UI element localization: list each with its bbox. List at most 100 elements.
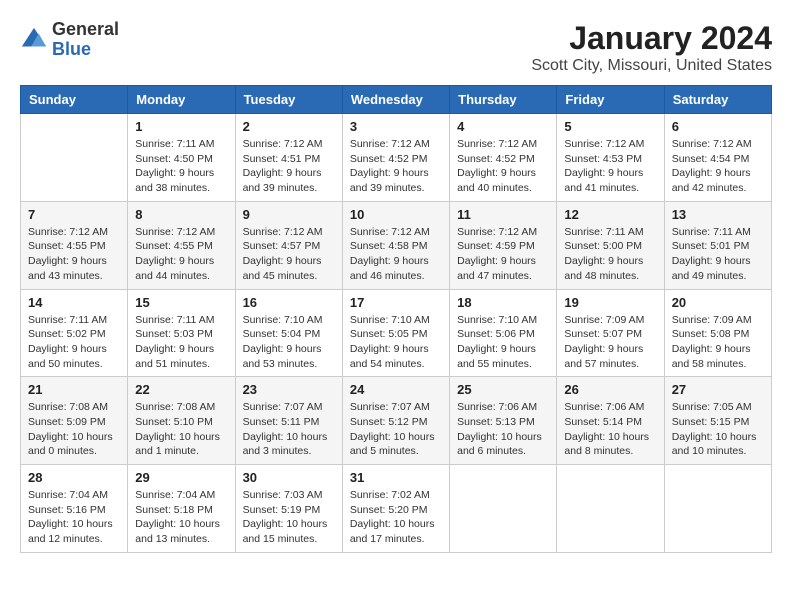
logo-blue-text: Blue xyxy=(52,40,119,60)
col-thursday: Thursday xyxy=(450,86,557,114)
main-title: January 2024 xyxy=(531,20,772,57)
day-number: 17 xyxy=(350,295,442,310)
table-row: 25 Sunrise: 7:06 AM Sunset: 5:13 PM Dayli… xyxy=(450,377,557,465)
day-info: Sunrise: 7:09 AM Sunset: 5:07 PM Dayligh… xyxy=(564,313,656,372)
col-monday: Monday xyxy=(128,86,235,114)
day-info: Sunrise: 7:11 AM Sunset: 5:03 PM Dayligh… xyxy=(135,313,227,372)
table-row: 14Sunrise: 7:11 AM Sunset: 5:02 PM Dayli… xyxy=(21,289,128,377)
calendar-header-row: Sunday Monday Tuesday Wednesday Thursday… xyxy=(21,86,772,114)
day-info: Sunrise: 7:11 AM Sunset: 4:50 PM Dayligh… xyxy=(135,137,227,196)
day-number: 20 xyxy=(672,295,764,310)
day-number: 5 xyxy=(564,119,656,134)
day-number: 27 xyxy=(672,382,764,397)
table-row: 17 Sunrise: 7:10 AM Sunset: 5:05 PM Dayli… xyxy=(342,289,449,377)
table-row: 31 Sunrise: 7:02 AM Sunset: 5:20 PM Dayli… xyxy=(342,465,449,553)
table-row: 27 Sunrise: 7:05 AM Sunset: 5:15 PM Dayli… xyxy=(664,377,771,465)
table-row: 18 Sunrise: 7:10 AM Sunset: 5:06 PM Dayli… xyxy=(450,289,557,377)
day-info: Sunrise: 7:12 AM Sunset: 4:55 PM Dayligh… xyxy=(28,225,120,284)
table-row: 5 Sunrise: 7:12 AM Sunset: 4:53 PM Daylig… xyxy=(557,114,664,202)
day-number: 30 xyxy=(243,470,335,485)
table-row: 3 Sunrise: 7:12 AM Sunset: 4:52 PM Daylig… xyxy=(342,114,449,202)
logo: General Blue xyxy=(20,20,119,60)
table-row: 20 Sunrise: 7:09 AM Sunset: 5:08 PM Dayli… xyxy=(664,289,771,377)
day-info: Sunrise: 7:10 AM Sunset: 5:05 PM Dayligh… xyxy=(350,313,442,372)
day-number: 10 xyxy=(350,207,442,222)
calendar-week-row: 21 Sunrise: 7:08 AM Sunset: 5:09 PM Dayli… xyxy=(21,377,772,465)
day-info: Sunrise: 7:02 AM Sunset: 5:20 PM Dayligh… xyxy=(350,488,442,547)
table-row: 12Sunrise: 7:11 AM Sunset: 5:00 PM Dayli… xyxy=(557,201,664,289)
page-header: General Blue January 2024 Scott City, Mi… xyxy=(20,20,772,75)
day-info: Sunrise: 7:07 AM Sunset: 5:11 PM Dayligh… xyxy=(243,400,335,459)
table-row: 10 Sunrise: 7:12 AM Sunset: 4:58 PM Dayli… xyxy=(342,201,449,289)
day-info: Sunrise: 7:12 AM Sunset: 4:52 PM Dayligh… xyxy=(457,137,549,196)
logo-general-text: General xyxy=(52,20,119,40)
day-number: 6 xyxy=(672,119,764,134)
day-number: 31 xyxy=(350,470,442,485)
calendar-table: Sunday Monday Tuesday Wednesday Thursday… xyxy=(20,85,772,553)
table-row: 22 Sunrise: 7:08 AM Sunset: 5:10 PM Dayli… xyxy=(128,377,235,465)
day-info: Sunrise: 7:11 AM Sunset: 5:02 PM Dayligh… xyxy=(28,313,120,372)
day-number: 4 xyxy=(457,119,549,134)
day-info: Sunrise: 7:08 AM Sunset: 5:09 PM Dayligh… xyxy=(28,400,120,459)
day-number: 15 xyxy=(135,295,227,310)
calendar-week-row: 1 Sunrise: 7:11 AM Sunset: 4:50 PM Daylig… xyxy=(21,114,772,202)
day-info: Sunrise: 7:12 AM Sunset: 4:53 PM Dayligh… xyxy=(564,137,656,196)
day-info: Sunrise: 7:07 AM Sunset: 5:12 PM Dayligh… xyxy=(350,400,442,459)
day-number: 1 xyxy=(135,119,227,134)
day-number: 21 xyxy=(28,382,120,397)
table-row: 29 Sunrise: 7:04 AM Sunset: 5:18 PM Dayli… xyxy=(128,465,235,553)
day-number: 9 xyxy=(243,207,335,222)
day-info: Sunrise: 7:11 AM Sunset: 5:00 PM Dayligh… xyxy=(564,225,656,284)
col-friday: Friday xyxy=(557,86,664,114)
day-number: 7 xyxy=(28,207,120,222)
day-info: Sunrise: 7:12 AM Sunset: 4:54 PM Dayligh… xyxy=(672,137,764,196)
day-number: 2 xyxy=(243,119,335,134)
table-row: 24Sunrise: 7:07 AM Sunset: 5:12 PM Dayli… xyxy=(342,377,449,465)
title-area: January 2024 Scott City, Missouri, Unite… xyxy=(531,20,772,75)
table-row: 19Sunrise: 7:09 AM Sunset: 5:07 PM Dayli… xyxy=(557,289,664,377)
day-info: Sunrise: 7:09 AM Sunset: 5:08 PM Dayligh… xyxy=(672,313,764,372)
table-row: 2Sunrise: 7:12 AM Sunset: 4:51 PM Daylig… xyxy=(235,114,342,202)
table-row: 7 Sunrise: 7:12 AM Sunset: 4:55 PM Daylig… xyxy=(21,201,128,289)
table-row: 21 Sunrise: 7:08 AM Sunset: 5:09 PM Dayli… xyxy=(21,377,128,465)
day-number: 28 xyxy=(28,470,120,485)
table-row: 26Sunrise: 7:06 AM Sunset: 5:14 PM Dayli… xyxy=(557,377,664,465)
day-number: 23 xyxy=(243,382,335,397)
day-number: 3 xyxy=(350,119,442,134)
day-info: Sunrise: 7:06 AM Sunset: 5:13 PM Dayligh… xyxy=(457,400,549,459)
day-number: 29 xyxy=(135,470,227,485)
day-info: Sunrise: 7:06 AM Sunset: 5:14 PM Dayligh… xyxy=(564,400,656,459)
day-number: 18 xyxy=(457,295,549,310)
day-info: Sunrise: 7:04 AM Sunset: 5:16 PM Dayligh… xyxy=(28,488,120,547)
day-info: Sunrise: 7:10 AM Sunset: 5:06 PM Dayligh… xyxy=(457,313,549,372)
table-row: 13Sunrise: 7:11 AM Sunset: 5:01 PM Dayli… xyxy=(664,201,771,289)
table-row xyxy=(450,465,557,553)
day-number: 13 xyxy=(672,207,764,222)
table-row: 6 Sunrise: 7:12 AM Sunset: 4:54 PM Daylig… xyxy=(664,114,771,202)
day-number: 8 xyxy=(135,207,227,222)
day-info: Sunrise: 7:05 AM Sunset: 5:15 PM Dayligh… xyxy=(672,400,764,459)
table-row: 4 Sunrise: 7:12 AM Sunset: 4:52 PM Daylig… xyxy=(450,114,557,202)
day-info: Sunrise: 7:12 AM Sunset: 4:55 PM Dayligh… xyxy=(135,225,227,284)
day-info: Sunrise: 7:12 AM Sunset: 4:59 PM Dayligh… xyxy=(457,225,549,284)
calendar-week-row: 14Sunrise: 7:11 AM Sunset: 5:02 PM Dayli… xyxy=(21,289,772,377)
day-info: Sunrise: 7:04 AM Sunset: 5:18 PM Dayligh… xyxy=(135,488,227,547)
table-row xyxy=(664,465,771,553)
day-info: Sunrise: 7:12 AM Sunset: 4:58 PM Dayligh… xyxy=(350,225,442,284)
col-wednesday: Wednesday xyxy=(342,86,449,114)
table-row: 30 Sunrise: 7:03 AM Sunset: 5:19 PM Dayli… xyxy=(235,465,342,553)
table-row: 16Sunrise: 7:10 AM Sunset: 5:04 PM Dayli… xyxy=(235,289,342,377)
calendar-week-row: 28 Sunrise: 7:04 AM Sunset: 5:16 PM Dayli… xyxy=(21,465,772,553)
day-info: Sunrise: 7:03 AM Sunset: 5:19 PM Dayligh… xyxy=(243,488,335,547)
subtitle: Scott City, Missouri, United States xyxy=(531,57,772,75)
day-number: 25 xyxy=(457,382,549,397)
table-row: 9Sunrise: 7:12 AM Sunset: 4:57 PM Daylig… xyxy=(235,201,342,289)
day-number: 22 xyxy=(135,382,227,397)
table-row: 1 Sunrise: 7:11 AM Sunset: 4:50 PM Daylig… xyxy=(128,114,235,202)
col-saturday: Saturday xyxy=(664,86,771,114)
day-number: 11 xyxy=(457,207,549,222)
table-row xyxy=(557,465,664,553)
day-info: Sunrise: 7:12 AM Sunset: 4:52 PM Dayligh… xyxy=(350,137,442,196)
table-row xyxy=(21,114,128,202)
day-info: Sunrise: 7:08 AM Sunset: 5:10 PM Dayligh… xyxy=(135,400,227,459)
